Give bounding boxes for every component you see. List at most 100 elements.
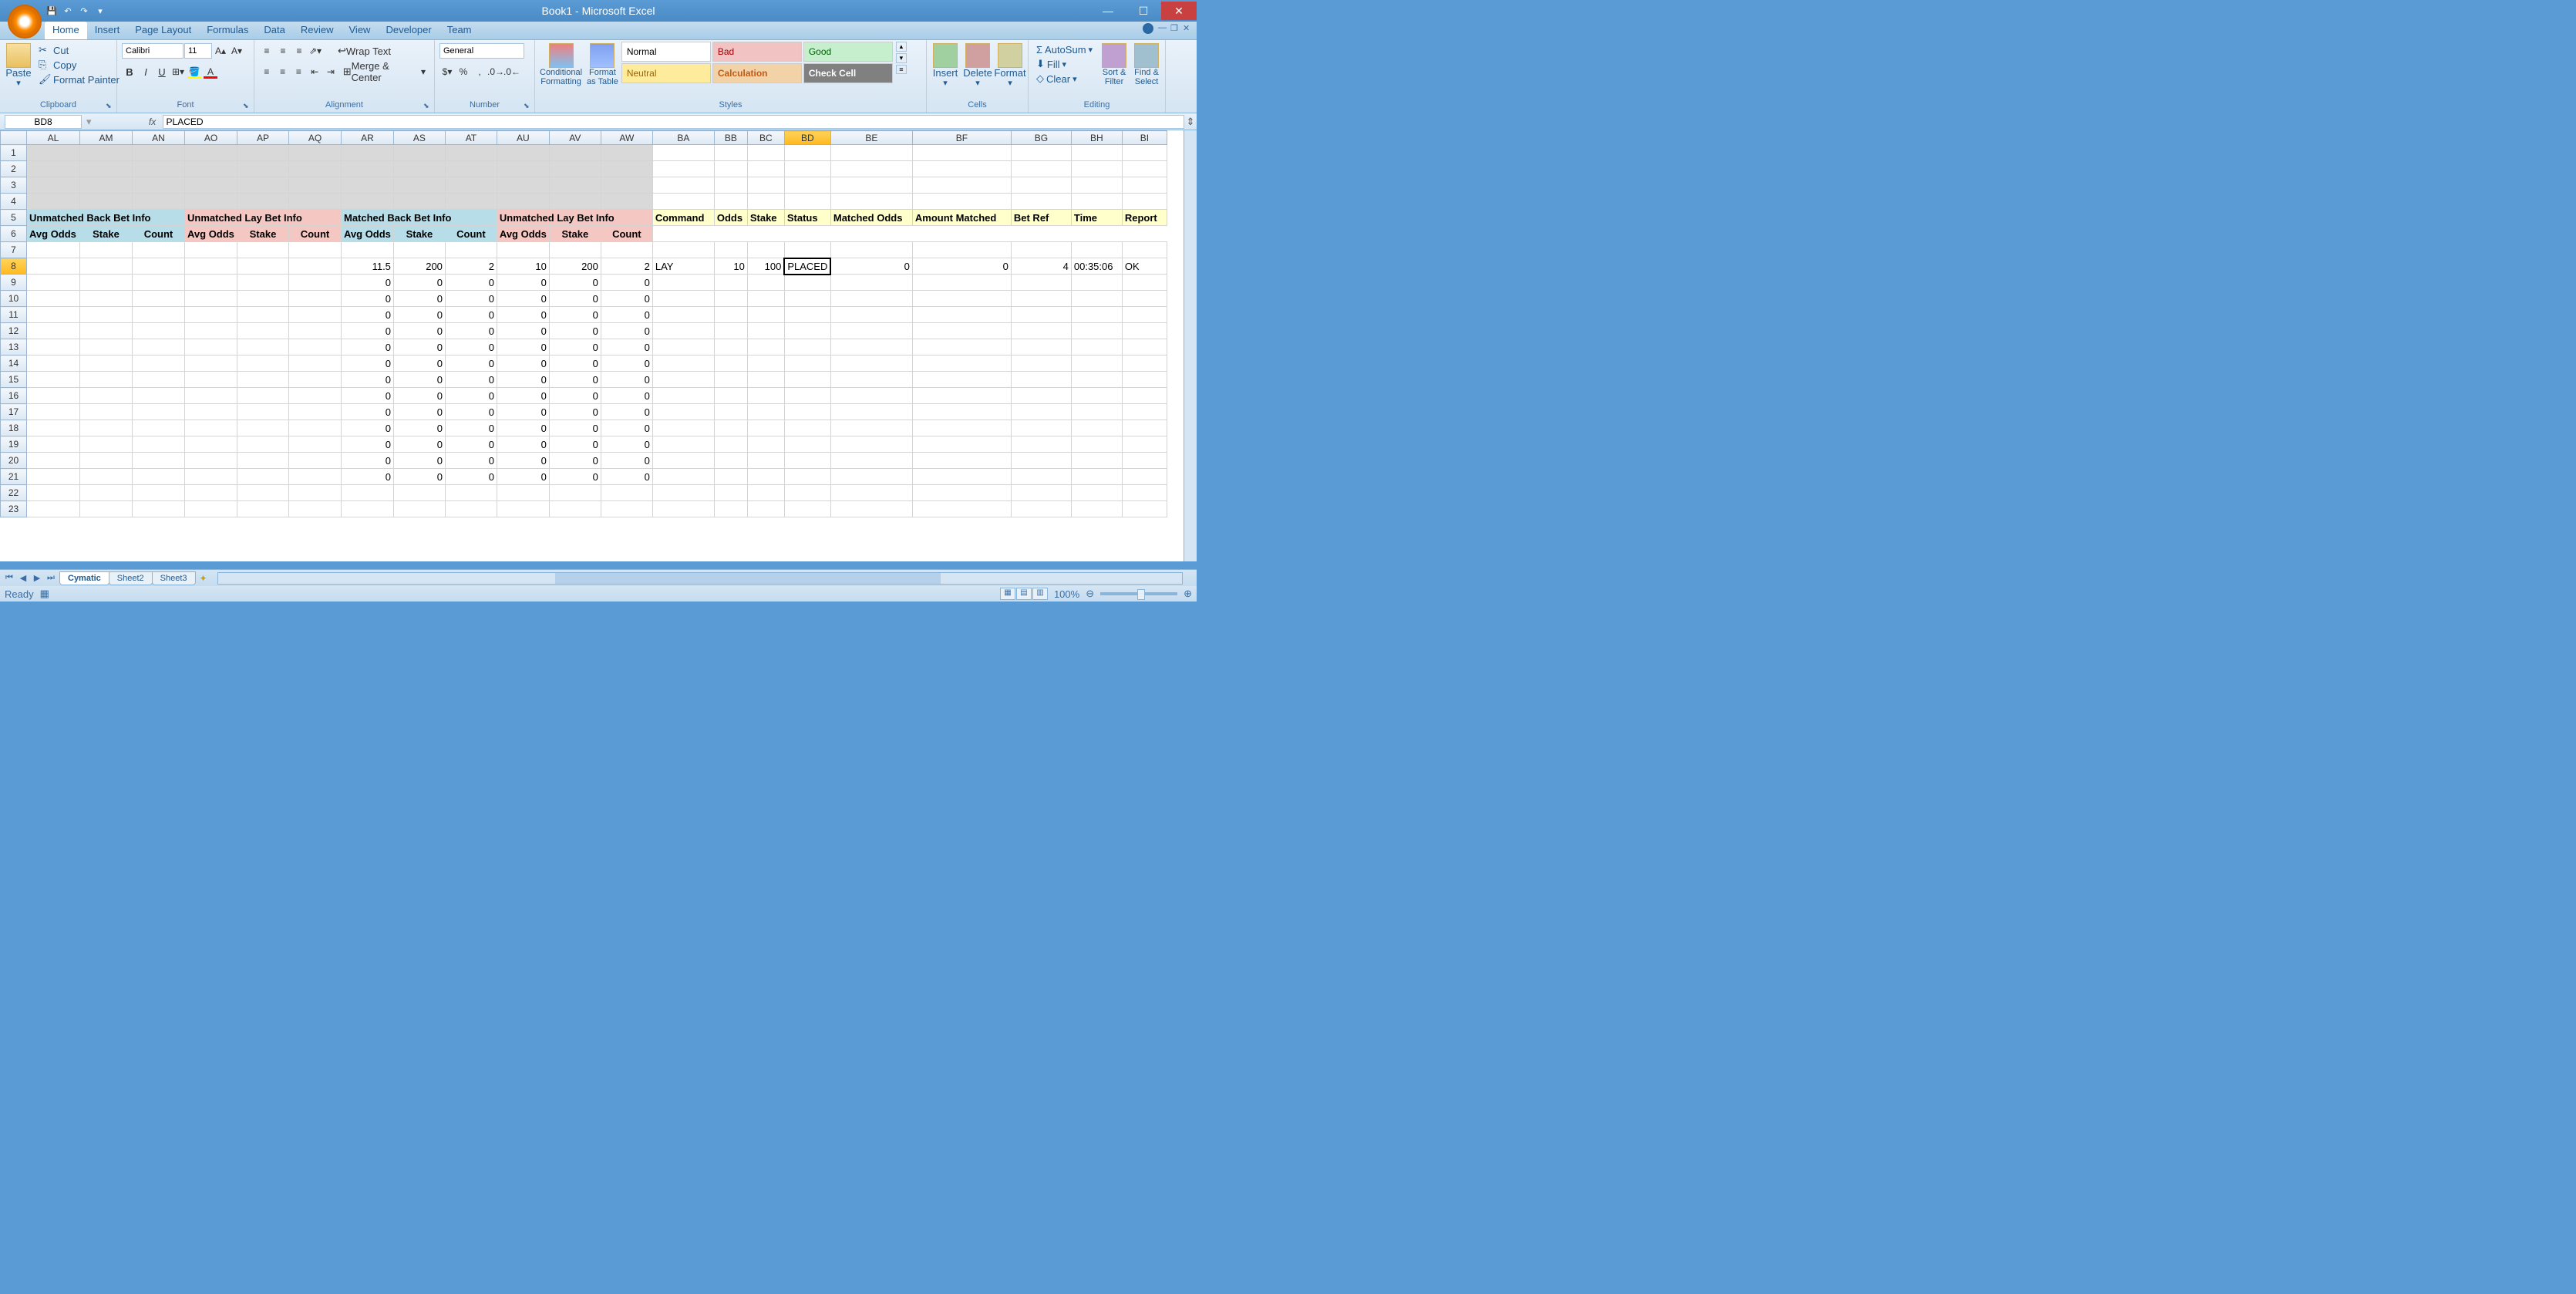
cell-AV22[interactable] [549, 485, 601, 501]
cell-BF18[interactable] [912, 420, 1011, 436]
cell-BF22[interactable] [912, 485, 1011, 501]
cell-AM10[interactable] [80, 291, 133, 307]
cell-BH4[interactable] [1071, 194, 1122, 210]
cell-AP23[interactable] [237, 501, 289, 517]
cell-AN15[interactable] [133, 372, 185, 388]
align-middle-button[interactable]: ≡ [275, 43, 291, 59]
cell-AU12[interactable]: 0 [497, 323, 549, 339]
cell-BE4[interactable] [830, 194, 912, 210]
cell-AO19[interactable] [185, 436, 237, 453]
col-header-AQ[interactable]: AQ [289, 131, 342, 145]
cell-BI15[interactable] [1122, 372, 1167, 388]
cell-AT16[interactable]: 0 [445, 388, 497, 404]
cell-BC12[interactable] [747, 323, 784, 339]
cell-AP18[interactable] [237, 420, 289, 436]
fill-color-button[interactable]: 🪣 [187, 64, 202, 79]
cell-BI13[interactable] [1122, 339, 1167, 356]
cell-BB20[interactable] [714, 453, 747, 469]
cell-AU22[interactable] [497, 485, 549, 501]
cell-BD9[interactable] [784, 275, 830, 291]
delete-cells-button[interactable]: Delete▾ [962, 42, 993, 89]
cell-BF16[interactable] [912, 388, 1011, 404]
cell-AU3[interactable] [497, 177, 549, 194]
cell-BB7[interactable] [714, 242, 747, 258]
cell-AT4[interactable] [445, 194, 497, 210]
cell-BE11[interactable] [830, 307, 912, 323]
cell-AW18[interactable]: 0 [601, 420, 652, 436]
cell-BG5[interactable]: Bet Ref [1011, 210, 1071, 226]
col-header-BG[interactable]: BG [1011, 131, 1071, 145]
styles-more-button[interactable]: ≡ [896, 65, 907, 74]
cell-AN21[interactable] [133, 469, 185, 485]
col-header-BI[interactable]: BI [1122, 131, 1167, 145]
cell-BH2[interactable] [1071, 161, 1122, 177]
cell-AS20[interactable]: 0 [393, 453, 445, 469]
cell-AP12[interactable] [237, 323, 289, 339]
cell-BA15[interactable] [652, 372, 714, 388]
cell-BH15[interactable] [1071, 372, 1122, 388]
cell-AS12[interactable]: 0 [393, 323, 445, 339]
cell-AW13[interactable]: 0 [601, 339, 652, 356]
cell-BE5[interactable]: Matched Odds [830, 210, 912, 226]
cell-AN1[interactable] [133, 145, 185, 161]
cell-AR7[interactable] [342, 242, 394, 258]
cell-BD14[interactable] [784, 356, 830, 372]
cell-BB10[interactable] [714, 291, 747, 307]
row-header-7[interactable]: 7 [1, 242, 27, 258]
cell-AO15[interactable] [185, 372, 237, 388]
cell-BI22[interactable] [1122, 485, 1167, 501]
cell-BC14[interactable] [747, 356, 784, 372]
row-header-8[interactable]: 8 [1, 258, 27, 275]
row-header-4[interactable]: 4 [1, 194, 27, 210]
cell-BB16[interactable] [714, 388, 747, 404]
cell-AW21[interactable]: 0 [601, 469, 652, 485]
cell-BA19[interactable] [652, 436, 714, 453]
cell-BB4[interactable] [714, 194, 747, 210]
cell-AN16[interactable] [133, 388, 185, 404]
cell-AV13[interactable]: 0 [549, 339, 601, 356]
font-name-input[interactable] [122, 43, 184, 59]
cell-AW6[interactable]: Count [601, 226, 652, 242]
cell-AV9[interactable]: 0 [549, 275, 601, 291]
cell-BE18[interactable] [830, 420, 912, 436]
cell-AR4[interactable] [342, 194, 394, 210]
cell-AM23[interactable] [80, 501, 133, 517]
cell-AW19[interactable]: 0 [601, 436, 652, 453]
decrease-decimal-button[interactable]: .0← [504, 64, 520, 79]
styles-up-button[interactable]: ▴ [896, 42, 907, 52]
cell-BH20[interactable] [1071, 453, 1122, 469]
cell-BC1[interactable] [747, 145, 784, 161]
cell-AL9[interactable] [27, 275, 80, 291]
align-left-button[interactable]: ≡ [259, 64, 274, 79]
cell-AL14[interactable] [27, 356, 80, 372]
cell-AO20[interactable] [185, 453, 237, 469]
cell-AO14[interactable] [185, 356, 237, 372]
cell-BA9[interactable] [652, 275, 714, 291]
cell-AS4[interactable] [393, 194, 445, 210]
style-bad[interactable]: Bad [712, 42, 802, 62]
cell-AN23[interactable] [133, 501, 185, 517]
name-box[interactable] [5, 115, 82, 129]
cell-BA16[interactable] [652, 388, 714, 404]
cell-BF2[interactable] [912, 161, 1011, 177]
cell-AV1[interactable] [549, 145, 601, 161]
cell-BC23[interactable] [747, 501, 784, 517]
cell-AS11[interactable]: 0 [393, 307, 445, 323]
cell-AV15[interactable]: 0 [549, 372, 601, 388]
tab-formulas[interactable]: Formulas [199, 22, 256, 39]
cell-AT12[interactable]: 0 [445, 323, 497, 339]
cell-BI8[interactable]: OK [1122, 258, 1167, 275]
cell-BF14[interactable] [912, 356, 1011, 372]
cell-AT3[interactable] [445, 177, 497, 194]
col-header-AP[interactable]: AP [237, 131, 289, 145]
tab-data[interactable]: Data [256, 22, 292, 39]
cell-BA7[interactable] [652, 242, 714, 258]
cell-BC9[interactable] [747, 275, 784, 291]
help-icon[interactable]: ? [1143, 23, 1153, 34]
cell-BA14[interactable] [652, 356, 714, 372]
cell-AO9[interactable] [185, 275, 237, 291]
cell-AR11[interactable]: 0 [342, 307, 394, 323]
cell-AU5[interactable]: Unmatched Lay Bet Info [497, 210, 652, 226]
cell-BH22[interactable] [1071, 485, 1122, 501]
paste-button[interactable]: Paste▾ [3, 42, 34, 89]
